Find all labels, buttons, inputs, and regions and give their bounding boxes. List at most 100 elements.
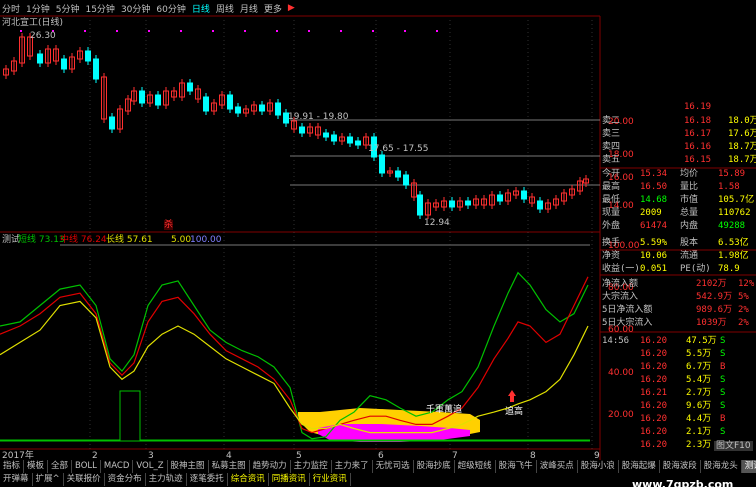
indicator-tab[interactable]: 波峰买点 (537, 460, 578, 473)
candle-body (275, 102, 281, 116)
stat-value: 1.98亿 (718, 251, 749, 261)
ask-row: 卖二 16.18 18.0万 (600, 115, 756, 127)
panel-tab[interactable]: 行业资讯 (310, 473, 351, 486)
stat-label: 收益(一) (602, 264, 640, 274)
stat-label: 净资 (602, 251, 621, 261)
signal-dot (340, 30, 342, 32)
indicator-tab[interactable]: 主力监控 (291, 460, 332, 473)
flow-value: 989.6万 (696, 305, 733, 315)
stat-label: 最高 (602, 182, 621, 192)
candle-body (331, 134, 337, 142)
tick-side: B (720, 362, 726, 372)
panel-tab[interactable]: 综合资讯 (228, 473, 269, 486)
indicator-tab[interactable]: 无忧司选 (373, 460, 414, 473)
panel-tab[interactable]: 关联报价 (64, 473, 105, 486)
indicator-tab[interactable]: 测试 (741, 460, 756, 473)
indicator-tab[interactable]: 股海波段 (660, 460, 701, 473)
side-tab-f10[interactable]: 图文F10 (714, 441, 753, 451)
stat-value: 15.89 (718, 169, 746, 179)
indicator-tab[interactable]: 股海龙头 (701, 460, 742, 473)
panel-tab[interactable]: 资金分布 (105, 473, 146, 486)
flow-label: 净流入额 (602, 279, 639, 289)
indicator-tab[interactable]: 股海抄底 (414, 460, 455, 473)
candle-body (497, 194, 503, 202)
stat-label: 均价 (680, 169, 699, 179)
panel-tab[interactable]: 开弹幕 (0, 473, 33, 486)
indicator-tab[interactable]: 股神主图 (168, 460, 209, 473)
candle-body (235, 106, 241, 114)
annotation-2: 17.65 - 17.55 (368, 144, 429, 154)
candle-body (85, 50, 91, 62)
tick-volume: 2.7万 (686, 388, 712, 398)
stat-value: 110762 (718, 208, 751, 218)
indicator-tab[interactable]: 主力来了 (332, 460, 373, 473)
flow-row: 5日大宗流入 1039万 2% (600, 317, 756, 329)
stat-label: 外盘 (602, 221, 621, 231)
indicator-tab[interactable]: 模板 (24, 460, 49, 473)
tick-volume: 6.7万 (686, 362, 712, 372)
stat-value: 61474 (640, 221, 668, 231)
flow-label: 5日大宗流入 (602, 318, 653, 328)
candle-body (187, 82, 193, 92)
stat-row: 外盘 61474 内盘 49288 (600, 220, 756, 232)
ask-label: 卖五 (602, 155, 621, 165)
stat-value: 1.58 (718, 182, 740, 192)
stat-label: 股本 (680, 238, 699, 248)
ask-label: 卖三 (602, 129, 621, 139)
tick-row: 16.20 9.6万 S (600, 400, 756, 412)
candle-body (347, 136, 353, 144)
ask-label: 卖二 (602, 116, 621, 126)
candle-body (299, 126, 305, 134)
long-line-label: 长线 57.61 (106, 235, 153, 245)
candle-body (109, 116, 115, 130)
sell-marker: 杀 (164, 220, 174, 230)
tick-time: 14:56 (602, 336, 630, 346)
buy-arrow-icon (508, 390, 516, 402)
tick-row: 16.20 2.1万 S (600, 426, 756, 438)
stat-label: 今开 (602, 169, 621, 179)
indicator-tab[interactable]: 趋势动力 (250, 460, 291, 473)
indicator-tab[interactable]: 超级短线 (455, 460, 496, 473)
panel-tab[interactable]: 同播资讯 (269, 473, 310, 486)
stat-label: 换手 (602, 238, 621, 248)
candle-body (227, 94, 233, 110)
ask-row: 卖三 16.17 17.6万 (600, 128, 756, 140)
candle-body (203, 96, 209, 112)
long-line-series (0, 300, 589, 434)
indicator-tab[interactable]: 指标 (0, 460, 25, 473)
indicator-value-2: 100.00 (190, 235, 222, 245)
indicator-tab[interactable]: 股海小浪 (578, 460, 619, 473)
stat-value: 15.34 (640, 169, 668, 179)
indicator-tab[interactable]: 私募主图 (209, 460, 250, 473)
candle-body (403, 174, 409, 186)
signal-dot (404, 30, 406, 32)
indicator-tab[interactable]: 全部 (48, 460, 73, 473)
indicator-tab[interactable]: VOL_Z (133, 460, 168, 473)
panel-tab[interactable]: 主力轨迹 (146, 473, 187, 486)
tick-side: S (720, 336, 726, 346)
ask-price: 16.17 (684, 129, 712, 139)
indicator-tab[interactable]: MACD (101, 460, 134, 473)
indicator-tab[interactable]: 股海起爆 (619, 460, 660, 473)
watermark: www.7gpzb.com (632, 478, 734, 487)
flow-row: 5日净流入额 989.6万 2% (600, 304, 756, 316)
tick-price: 16.20 (640, 440, 668, 450)
tick-side: S (720, 401, 726, 411)
panel-tab[interactable]: 逐笔委托 (187, 473, 228, 486)
ask-price: 16.18 (684, 116, 712, 126)
stat-value: 16.50 (640, 182, 668, 192)
quote-panel: 16.19 卖二 16.18 18.0万 卖三 16.17 17.6万 卖四 16.16 18.7… (600, 102, 756, 475)
indicator-tab[interactable]: BOLL (72, 460, 101, 473)
tick-volume: 47.5万 (686, 336, 717, 346)
stat-label: 量比 (680, 182, 699, 192)
panel-tab[interactable]: 扩展^ (33, 473, 64, 486)
indicator-tab[interactable]: 股海飞牛 (496, 460, 537, 473)
ask-volume: 18.0万 (728, 116, 756, 126)
top-price: 16.19 (684, 102, 712, 112)
chart-title: 河北宣工(日线) (2, 18, 64, 28)
stat-row: 最高 16.50 量比 1.58 (600, 181, 756, 193)
stat-label: 内盘 (680, 221, 699, 231)
signal-dot (84, 30, 86, 32)
tick-row: 16.20 6.7万 B (600, 361, 756, 373)
stat-row: 换手 5.59% 股本 6.53亿 (600, 237, 756, 249)
